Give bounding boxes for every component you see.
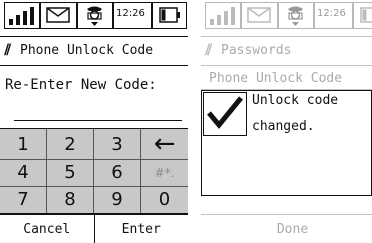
unlock-code-entry-screen: 12:26 // Phone Unlock Code Re-Enter New …	[0, 0, 188, 243]
signal-icon	[4, 2, 40, 29]
symbols-key: #*.	[141, 160, 188, 187]
backspace-key[interactable]: ←	[141, 129, 188, 160]
tools-icon: //	[205, 42, 212, 58]
numeric-keypad: 1 2 3 ← 4 5 6 #*. 7 8 9 0	[0, 128, 188, 214]
cancel-button[interactable]: Cancel	[0, 215, 95, 243]
checkmark-icon	[203, 92, 247, 136]
soft-button-bar: Done	[201, 214, 372, 243]
done-button[interactable]: Done	[277, 222, 308, 237]
key-9[interactable]: 9	[94, 186, 141, 213]
status-bar: 12:26	[0, 0, 188, 36]
status-bar: 12:26	[201, 0, 372, 36]
key-7[interactable]: 7	[0, 186, 47, 213]
clock-time: 12:26	[116, 8, 145, 19]
clock-time: 12:26	[317, 8, 346, 19]
phone-icon[interactable]	[77, 2, 113, 29]
battery-icon	[152, 2, 187, 29]
key-6[interactable]: 6	[94, 160, 141, 187]
section-title: Phone Unlock Code	[209, 71, 343, 86]
enter-button[interactable]: Enter	[95, 215, 189, 243]
battery-icon	[353, 2, 372, 29]
key-1[interactable]: 1	[0, 129, 47, 160]
message-line: changed.	[252, 119, 315, 134]
phone-icon	[278, 2, 314, 29]
soft-button-bar: Cancel Enter	[0, 214, 188, 243]
clock: 12:26	[314, 2, 353, 29]
signal-icon	[205, 2, 241, 29]
confirmation-message: Unlock code changed.	[201, 90, 372, 196]
code-prompt: Re-Enter New Code:	[5, 77, 157, 93]
section-header: Phone Unlock Code	[201, 66, 372, 90]
tools-icon: //	[4, 42, 11, 58]
code-input[interactable]	[14, 98, 182, 121]
key-0[interactable]: 0	[141, 187, 188, 214]
key-2[interactable]: 2	[47, 129, 94, 160]
mail-icon	[241, 2, 278, 29]
clock: 12:26	[113, 2, 152, 29]
page-title: Passwords	[221, 43, 292, 58]
title-bar: // Passwords	[201, 36, 372, 66]
key-5[interactable]: 5	[47, 160, 94, 187]
message-line: Unlock code	[252, 93, 339, 108]
title-bar: // Phone Unlock Code	[0, 36, 188, 66]
mail-icon[interactable]	[40, 2, 77, 29]
key-8[interactable]: 8	[47, 186, 94, 213]
key-3[interactable]: 3	[94, 129, 141, 160]
key-4[interactable]: 4	[0, 160, 47, 187]
page-title: Phone Unlock Code	[20, 43, 154, 58]
code-changed-screen: 12:26 // Passwords Phone Unlock Code Unl…	[201, 0, 372, 243]
